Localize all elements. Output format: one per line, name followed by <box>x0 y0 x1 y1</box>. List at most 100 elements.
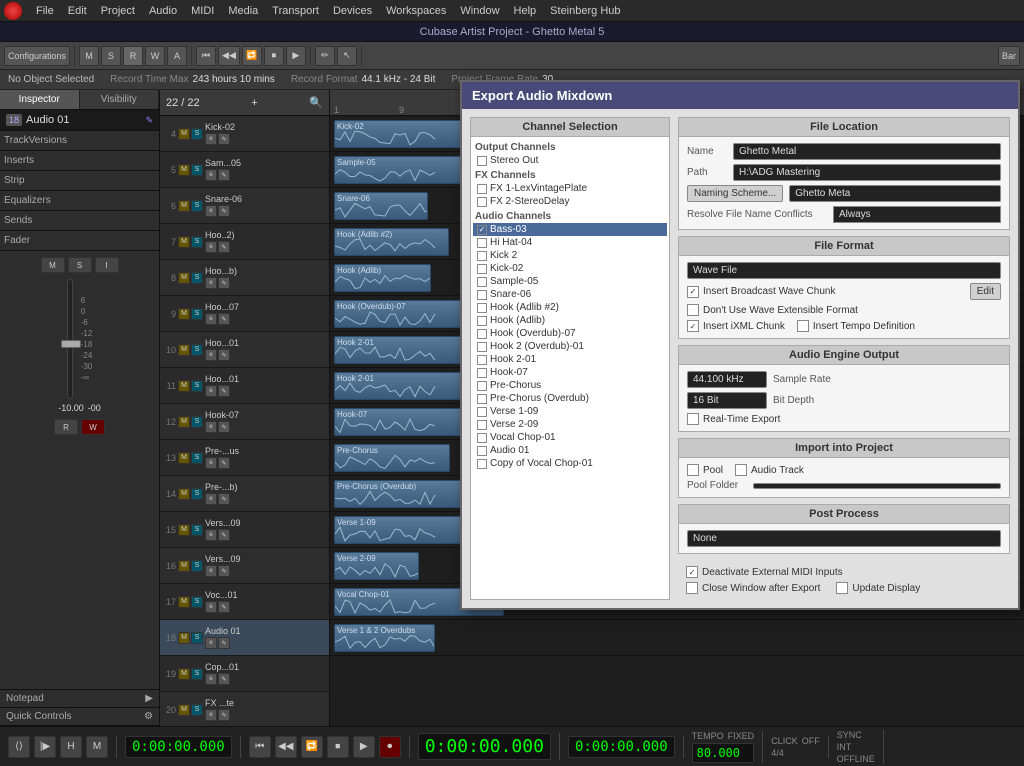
track-s-10[interactable]: S <box>191 488 203 500</box>
audio-clip-11[interactable]: Verse 1-09 <box>334 516 465 544</box>
track-edit-16[interactable]: ✎ <box>218 709 230 721</box>
audio-ch-checkbox-9[interactable] <box>477 342 487 352</box>
audio-channel-item-8[interactable]: Hook (Overdub)-07 <box>473 327 667 340</box>
menu-devices[interactable]: Devices <box>327 3 378 19</box>
close-window-checkbox[interactable] <box>686 582 698 594</box>
naming-scheme-btn[interactable]: Naming Scheme... <box>687 185 783 202</box>
fx1-item[interactable]: FX 1-LexVintagePlate <box>473 182 667 195</box>
track-list-search-icon[interactable]: 🔍 <box>309 96 323 109</box>
menu-project[interactable]: Project <box>95 3 141 19</box>
track-e-8[interactable]: e <box>205 421 217 433</box>
track-s-9[interactable]: S <box>191 452 203 464</box>
name-field-value[interactable]: Ghetto Metal <box>733 143 1001 160</box>
track-e-6[interactable]: e <box>205 349 217 361</box>
menu-media[interactable]: Media <box>222 3 264 19</box>
path-field-value[interactable]: H:\ADG Mastering <box>733 164 1001 181</box>
track-row-0[interactable]: 4 M S Kick-02 e ✎ <box>160 116 329 152</box>
real-time-checkbox[interactable] <box>687 413 699 425</box>
track-edit-1[interactable]: ✎ <box>218 169 230 181</box>
toolbar-s-btn[interactable]: S <box>101 46 121 66</box>
track-s-1[interactable]: S <box>191 164 203 176</box>
audio-ch-checkbox-7[interactable] <box>477 316 487 326</box>
transport-rewind-btn[interactable]: ⏮ <box>249 736 271 758</box>
audio-channel-item-2[interactable]: Kick 2 <box>473 249 667 262</box>
transport-punch-in[interactable]: ⟨⟩ <box>8 736 30 758</box>
sample-rate-select[interactable]: 44.100 kHz <box>687 371 767 388</box>
audio-clip-1[interactable]: Sample-05 <box>334 156 478 184</box>
audio-ch-checkbox-15[interactable] <box>477 420 487 430</box>
track-edit-3[interactable]: ✎ <box>218 241 230 253</box>
track-e-3[interactable]: e <box>205 241 217 253</box>
track-row-15[interactable]: 19 M S Cop...01 e ✎ <box>160 656 329 692</box>
track-row-12[interactable]: 16 M S Vers...09 e ✎ <box>160 548 329 584</box>
tab-inspector[interactable]: Inspector <box>0 90 80 109</box>
bit-depth-select[interactable]: 16 Bit <box>687 392 767 409</box>
track-e-7[interactable]: e <box>205 385 217 397</box>
track-edit-11[interactable]: ✎ <box>218 529 230 541</box>
audio-clip-5[interactable]: Hook (Overdub)-07 <box>334 300 463 328</box>
toolbar-cursor[interactable]: ↖ <box>337 46 357 66</box>
audio-clip-4[interactable]: Hook (Adlib) <box>334 264 431 292</box>
track-s-12[interactable]: S <box>191 560 203 572</box>
audio-channel-item-3[interactable]: Kick-02 <box>473 262 667 275</box>
track-s-4[interactable]: S <box>191 272 203 284</box>
track-edit-10[interactable]: ✎ <box>218 493 230 505</box>
menu-audio[interactable]: Audio <box>143 3 183 19</box>
audio-channel-item-0[interactable]: ✓ Bass-03 <box>473 223 667 236</box>
menu-steinberg-hub[interactable]: Steinberg Hub <box>544 3 626 19</box>
toolbar-m-btn[interactable]: M <box>79 46 99 66</box>
audio-ch-checkbox-0[interactable]: ✓ <box>477 225 487 235</box>
quick-controls-item[interactable]: Quick Controls ⚙ <box>0 708 159 726</box>
audio-ch-checkbox-8[interactable] <box>477 329 487 339</box>
track-e-10[interactable]: e <box>205 493 217 505</box>
tempo-display[interactable]: 80.000 <box>692 743 755 763</box>
resolve-value[interactable]: Always <box>833 206 1001 223</box>
fader-w-btn[interactable]: W <box>81 419 105 435</box>
transport-stop-btn[interactable]: ⏹ <box>327 736 349 758</box>
track-e-14[interactable]: e <box>205 637 217 649</box>
audio-channel-item-15[interactable]: Verse 2-09 <box>473 418 667 431</box>
audio-channel-item-11[interactable]: Hook-07 <box>473 366 667 379</box>
tab-visibility[interactable]: Visibility <box>80 90 160 109</box>
track-row-9[interactable]: 13 M S Pre-...us e ✎ <box>160 440 329 476</box>
audio-ch-checkbox-14[interactable] <box>477 407 487 417</box>
track-s-7[interactable]: S <box>191 380 203 392</box>
track-row-4[interactable]: 8 M S Hoo...b) e ✎ <box>160 260 329 296</box>
track-edit-6[interactable]: ✎ <box>218 349 230 361</box>
audio-ch-checkbox-2[interactable] <box>477 251 487 261</box>
track-e-5[interactable]: e <box>205 313 217 325</box>
track-s-13[interactable]: S <box>191 596 203 608</box>
track-row-14[interactable]: 18 M S Audio 01 e ✎ <box>160 620 329 656</box>
inspector-edit-icon[interactable]: ✎ <box>145 115 153 126</box>
track-m-4[interactable]: M <box>178 272 190 284</box>
audio-channel-item-4[interactable]: Sample-05 <box>473 275 667 288</box>
audio-clip-14[interactable]: Verse 1 & 2 Overdubs <box>334 624 435 652</box>
sends-label[interactable]: Sends <box>4 213 155 228</box>
toolbar-a-btn[interactable]: A <box>167 46 187 66</box>
track-e-4[interactable]: e <box>205 277 217 289</box>
track-m-13[interactable]: M <box>178 596 190 608</box>
track-e-2[interactable]: e <box>205 205 217 217</box>
menu-transport[interactable]: Transport <box>266 3 325 19</box>
track-edit-9[interactable]: ✎ <box>218 457 230 469</box>
track-s-15[interactable]: S <box>191 668 203 680</box>
fader-thumb[interactable] <box>61 340 81 348</box>
audio-ch-checkbox-6[interactable] <box>477 303 487 313</box>
track-e-9[interactable]: e <box>205 457 217 469</box>
track-row-16[interactable]: 20 M S FX ...te e ✎ <box>160 692 329 726</box>
track-s-2[interactable]: S <box>191 200 203 212</box>
track-m-8[interactable]: M <box>178 416 190 428</box>
fader-track[interactable] <box>67 279 73 399</box>
track-m-6[interactable]: M <box>178 344 190 356</box>
toolbar-stop[interactable]: ⏹ <box>264 46 284 66</box>
transport-start-cursor[interactable]: |▶ <box>34 736 56 758</box>
track-m-1[interactable]: M <box>178 164 190 176</box>
track-m-14[interactable]: M <box>178 632 190 644</box>
track-m-11[interactable]: M <box>178 524 190 536</box>
fx2-item[interactable]: FX 2-StereoDelay <box>473 195 667 208</box>
track-e-16[interactable]: e <box>205 709 217 721</box>
audio-ch-checkbox-10[interactable] <box>477 355 487 365</box>
track-list-add-icon[interactable]: + <box>251 97 257 109</box>
fx1-checkbox[interactable] <box>477 184 487 194</box>
track-edit-0[interactable]: ✎ <box>218 133 230 145</box>
